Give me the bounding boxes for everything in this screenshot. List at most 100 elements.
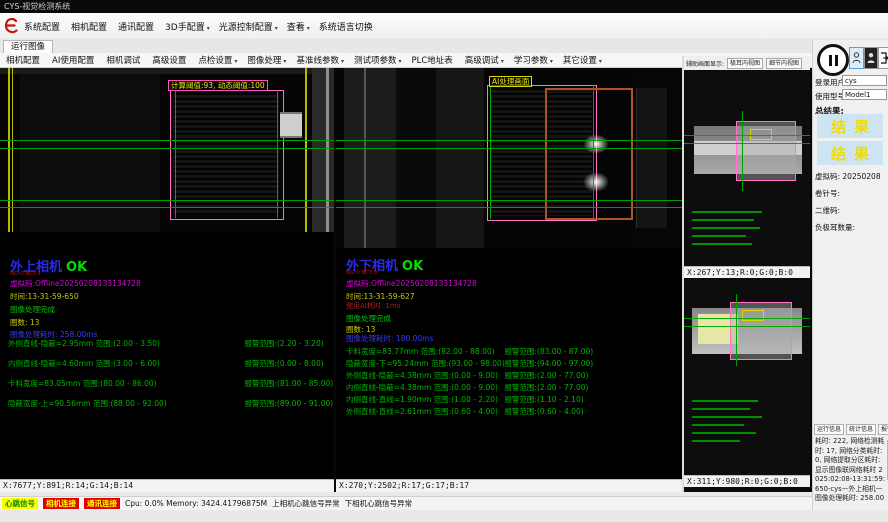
control-sidebar: 登录用户: cys 使用型号: Model1 总结果: 结果 结果 虚拟码: 2…: [812, 40, 888, 510]
camera-panel-outer-upper: 计算阈值:93, 动态阈值:100 外上相机OK NG:0 BCT:1 虚拟码:…: [0, 68, 334, 492]
measurement-row: 内侧直线-隐蔽=4.60mm 范围:(3.00 - 6.00) 报警范围:(0.…: [8, 354, 330, 374]
menu-item[interactable]: 查看▾: [287, 20, 310, 33]
toolbar-item-label: 学习参数: [514, 56, 548, 66]
measurement-value: 外侧直线-隐蔽=4.38mm 范围:(0.00 - 9.00): [346, 370, 502, 381]
tab-stats-info[interactable]: 统计信息: [846, 424, 876, 435]
measure-line: [684, 318, 810, 319]
toolbar-item-label: 点检设置: [198, 56, 232, 66]
measurement-row: 外侧直线-隐蔽=2.95mm 范围:(2.00 - 3.50) 报警范围:(2.…: [8, 334, 330, 354]
tab-run-info[interactable]: 运行信息: [814, 424, 844, 435]
virtual-barcode: 虚拟码:Offline20250208133134728: [346, 278, 477, 289]
pause-icon: [829, 55, 838, 66]
toolbar-item-label: 基准线参数: [296, 56, 339, 66]
measure-line: [175, 90, 176, 218]
app-window: CYS-视觉检测系统 系统配置 相机配置 通讯配置 3D手配置▾ 光源控制配置▾…: [0, 0, 888, 522]
toolbar-item-label: 高级设置: [152, 56, 186, 66]
chevron-down-icon: ▾: [341, 58, 344, 65]
chevron-down-icon: ▾: [234, 58, 237, 65]
aux-tab-0[interactable]: 极耳内视图: [727, 58, 763, 69]
measurement-row: 卡料宽度=83.05mm 范围:(80.00 - 86.00) 报警范围:(81…: [8, 374, 330, 394]
alarm-range: 报警范围:(2.00 - 77.00): [504, 383, 588, 392]
menu-item[interactable]: 相机配置: [71, 20, 109, 33]
aux-tab-1[interactable]: 细节内视图: [766, 58, 802, 69]
pause-button[interactable]: [817, 44, 849, 76]
result-text-line: [692, 219, 754, 221]
menu-item[interactable]: 3D手配置▾: [165, 20, 210, 33]
toolbar-item[interactable]: 相机配置: [6, 54, 42, 66]
camera-view-outer-upper[interactable]: 计算阈值:93, 动态阈值:100: [0, 68, 334, 232]
toolbar-item[interactable]: PLC地址表: [412, 54, 455, 66]
aux-header: 辅助画面显示: 极耳内视图 细节内视图: [684, 56, 810, 70]
toolbar-item[interactable]: 点检设置▾: [198, 54, 237, 66]
alarm-range: 报警范围:(81.00 - 85.00): [244, 379, 333, 388]
result-text-line: [692, 424, 744, 426]
model-field[interactable]: Model1: [842, 89, 887, 100]
camera-connect-badge: 相机连接: [43, 498, 79, 509]
trigger-info: NG:0 BCT:1: [10, 271, 41, 277]
alarm-range: 报警范围:(83.00 - 87.00): [504, 347, 593, 356]
pixel-coords-readout: X:311;Y:980;R:0;G:0;B:0: [684, 475, 810, 487]
toolbar-item-label: PLC地址表: [412, 56, 453, 66]
toolbar-item[interactable]: 高级设置: [152, 54, 188, 66]
menu-item[interactable]: 通讯配置: [118, 20, 156, 33]
toolbar-item[interactable]: 学习参数▾: [514, 54, 553, 66]
toolbar-item[interactable]: 高级调试▾: [465, 54, 504, 66]
aux-camera-view-top[interactable]: [684, 71, 810, 266]
measure-line: [277, 90, 278, 218]
menu-items: 系统配置 相机配置 通讯配置 3D手配置▾ 光源控制配置▾ 查看▾ 系统语言切换: [24, 13, 375, 39]
toolbar-item[interactable]: 图像处理▾: [247, 54, 286, 66]
result-text-line: [692, 227, 760, 229]
aux-view-column: 辅助画面显示: 极耳内视图 细节内视图 X:267;Y:13;R:0;G:0;B…: [684, 56, 810, 492]
comm-connect-badge: 通讯连接: [84, 498, 120, 509]
toolbar-item[interactable]: AI使用配置: [52, 54, 96, 66]
menu-item[interactable]: 系统配置: [24, 20, 62, 33]
result-text-line: [692, 432, 756, 434]
toolbar-item-label: 测试项参数: [354, 56, 397, 66]
threshold-overlay-label: 计算阈值:93, 动态阈值:100: [168, 80, 268, 91]
toolbar-item-label: 图像处理: [247, 56, 281, 66]
tab-run-image[interactable]: 运行图像: [3, 40, 53, 54]
alarm-range: 报警范围:(2.20 - 3.20): [244, 339, 323, 348]
toolbar-item[interactable]: 相机调试: [106, 54, 142, 66]
login-user-field[interactable]: cys: [842, 75, 887, 86]
exit-button[interactable]: [878, 47, 888, 69]
virtual-barcode: 虚拟码:Offline20250208133134728: [10, 278, 141, 289]
menu-item-label: 系统配置: [24, 23, 60, 33]
pixel-coords-readout: X:267;Y:13;R:0;G:0;B:0: [684, 266, 810, 278]
result-text-line: [692, 400, 758, 402]
app-logo-icon: [3, 16, 19, 36]
menu-bar: 系统配置 相机配置 通讯配置 3D手配置▾ 光源控制配置▾ 查看▾ 系统语言切换: [0, 13, 888, 40]
aux-camera-view-bottom[interactable]: [684, 280, 810, 475]
result-text-line: [692, 416, 762, 418]
result-text-line: [692, 408, 750, 410]
chevron-down-icon: ▾: [550, 58, 553, 65]
measure-line: [684, 143, 810, 144]
toolbar-item[interactable]: 基准线参数▾: [296, 54, 344, 66]
result-text-line: [692, 440, 740, 442]
toolbar-item[interactable]: 其它设置▾: [563, 54, 602, 66]
cpu-memory-readout: Cpu: 0.0% Memory: 3424.41796875M: [125, 499, 267, 508]
highlight-blob: [583, 134, 609, 154]
measure-line: [742, 111, 743, 191]
capture-time: 时间:13-31-59-650: [10, 291, 79, 302]
window-title: CYS-视觉检测系统: [0, 0, 888, 13]
connector-part: [280, 112, 302, 138]
measurement-list: 卡料宽度=83.77mm 范围:(82.00 - 88.00) 报警范围:(83…: [346, 346, 678, 418]
toolbar-item[interactable]: 测试项参数▾: [354, 54, 402, 66]
pixel-coords-readout: X:270;Y:2502;R:17;G:17;B:17: [336, 479, 682, 492]
measurement-row: 内侧直线-隐蔽=4.38mm 范围:(0.00 - 9.00) 报警范围:(2.…: [346, 382, 678, 394]
login-user-button[interactable]: [849, 47, 864, 69]
menu-item[interactable]: 系统语言切换: [319, 20, 375, 33]
chevron-down-icon: ▾: [275, 25, 278, 32]
process-elapsed: 图像处理耗时: 180.00ms: [346, 333, 433, 344]
user-manage-button[interactable]: [864, 47, 878, 69]
trigger-info: NG:0 BCT:0: [346, 270, 377, 276]
menu-item-label: 相机配置: [71, 23, 107, 33]
process-status: 图像处理完成: [346, 313, 391, 324]
measurement-value: 内侧直线-隐蔽=4.38mm 范围:(0.00 - 9.00): [346, 382, 502, 393]
menu-item[interactable]: 光源控制配置▾: [219, 20, 278, 33]
tab-error-info[interactable]: 报错信息: [878, 424, 888, 435]
alarm-range: 报警范围:(0.60 - 4.00): [504, 407, 583, 416]
user-login-icon: [852, 49, 861, 68]
camera-view-outer-lower[interactable]: AI处理画面: [336, 68, 682, 248]
